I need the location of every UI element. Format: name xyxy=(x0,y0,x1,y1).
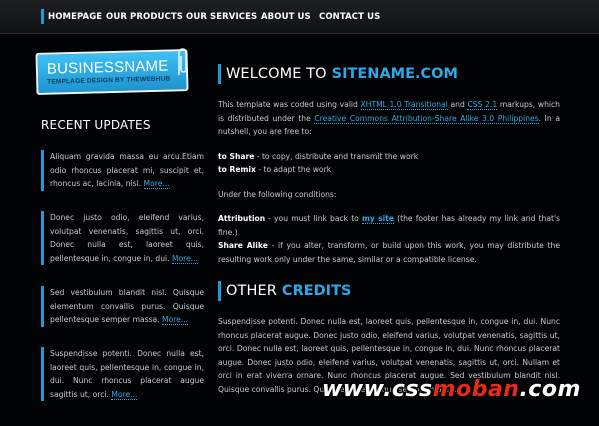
attribution-line: Attribution - you must link back to my s… xyxy=(218,214,560,237)
more-link[interactable]: More... xyxy=(143,179,170,189)
welcome-heading-sitename: SITENAME.COM xyxy=(331,66,458,82)
heading-accent-bar xyxy=(218,281,221,301)
nav-item-about-us[interactable]: ABOUT US xyxy=(261,12,319,22)
update-item: Sed vestibulum blandit nisl. Quisque ele… xyxy=(41,286,204,327)
update-text: Sed vestibulum blandit nisl. Quisque ele… xyxy=(50,288,204,325)
nav-active-indicator xyxy=(41,9,44,24)
update-text: Suspendisse potenti. Donec nulla est, la… xyxy=(50,349,204,400)
more-link[interactable]: More... xyxy=(162,315,189,325)
credits-heading: OTHER CREDITS xyxy=(218,281,560,301)
credits-heading-white: OTHER xyxy=(226,283,277,299)
welcome-heading-white: WELCOME TO xyxy=(226,66,327,82)
license-link[interactable]: Creative Commons Attribution-Share Alike… xyxy=(314,113,539,124)
more-link[interactable]: More... xyxy=(171,253,199,264)
heading-accent-bar xyxy=(218,64,221,84)
nav-item-our-services[interactable]: OUR SERVICES xyxy=(186,12,261,22)
my-site-link[interactable]: my site xyxy=(361,214,395,224)
remix-label: to Remix xyxy=(218,165,256,174)
update-text: Donec justo odio, eleifend varius, volut… xyxy=(50,213,204,264)
nav-item-homepage[interactable]: HOMEPAGE xyxy=(48,12,106,22)
remix-line: to Remix - to adapt the work xyxy=(218,165,332,174)
nav-item-our-products[interactable]: OUR PRODUCTS xyxy=(106,12,186,22)
welcome-heading: WELCOME TO SITENAME.COM xyxy=(218,64,560,84)
conditions-text: Under the following conditions: xyxy=(218,189,337,199)
logo-card: BUSINESSNAME TEMPLAGE DESIGN BY THEWEBHU… xyxy=(35,49,189,95)
site-logo[interactable]: BUSINESSNAME TEMPLAGE DESIGN BY THEWEBHU… xyxy=(34,47,192,97)
watermark-text: www.cssmoban.com xyxy=(322,377,581,402)
main-content: WELCOME TO SITENAME.COM This template wa… xyxy=(218,64,560,396)
recent-updates-heading: RECENT UPDATES xyxy=(41,118,151,132)
welcome-intro: This template was coded using valid XHTM… xyxy=(218,100,560,136)
update-item: Aliquam gravida massa eu arcu.Etiam odio… xyxy=(41,150,204,191)
main-navigation: HOMEPAGE OUR PRODUCTS OUR SERVICES ABOUT… xyxy=(41,9,389,24)
update-item: Donec justo odio, eleifend varius, volut… xyxy=(41,211,204,265)
more-link[interactable]: More... xyxy=(111,389,138,400)
attribution-label: Attribution xyxy=(218,214,266,223)
css-link[interactable]: CSS 2.1 xyxy=(467,100,498,110)
paperclip-icon xyxy=(178,48,187,75)
nav-item-contact-us[interactable]: CONTACT US xyxy=(319,12,389,22)
update-item: Suspendisse potenti. Donec nulla est, la… xyxy=(41,347,204,401)
xhtml-link[interactable]: XHTML 1.0 Transitional xyxy=(360,100,448,110)
share-label: to Share xyxy=(218,151,255,161)
share-line: to Share - to copy, distribute and trans… xyxy=(218,151,419,161)
share-alike-label: Share Alike xyxy=(218,241,268,250)
share-alike-line: Share Alike - if you alter, transform, o… xyxy=(218,241,560,264)
logo-title: BUSINESSNAME xyxy=(46,57,169,78)
credits-heading-blue: CREDITS xyxy=(281,283,352,299)
update-text: Aliquam gravida massa eu arcu.Etiam odio… xyxy=(50,152,204,189)
